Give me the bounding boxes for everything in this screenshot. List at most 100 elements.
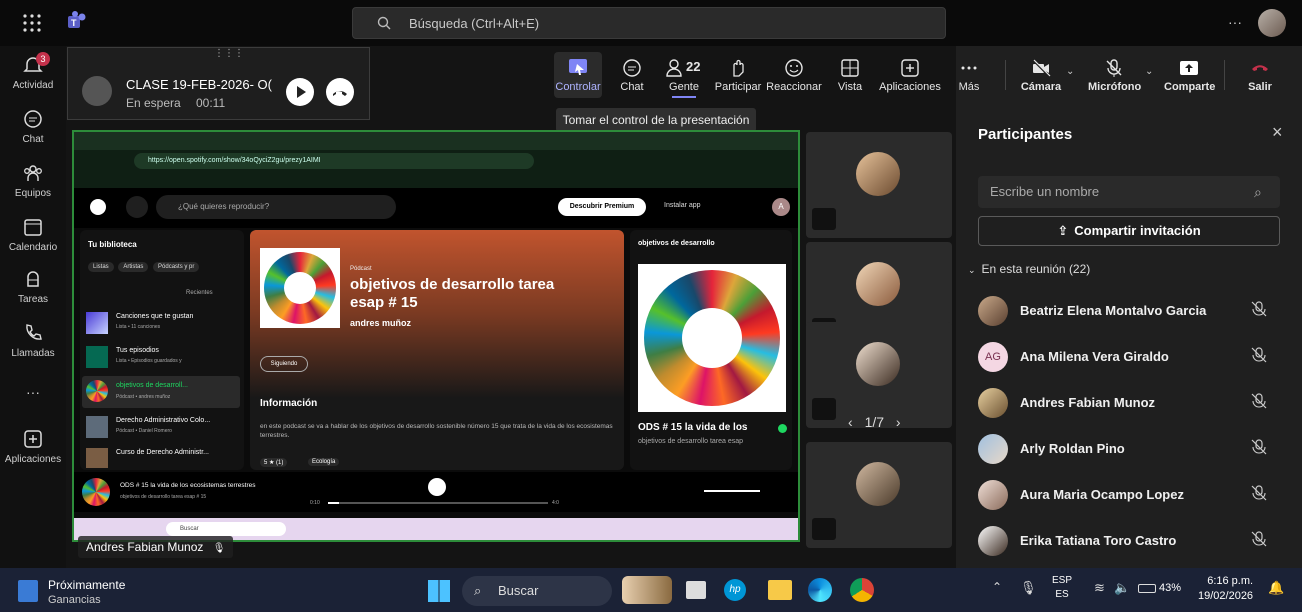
control-button[interactable]: Controlar xyxy=(554,52,602,98)
microphone-icon[interactable]: 🎙 xyxy=(1020,580,1037,596)
search-input[interactable]: Búsqueda (Ctrl+Alt+E) xyxy=(352,7,946,39)
participant-row[interactable]: Andres Fabian Munoz xyxy=(978,384,1278,422)
end-held-call-button[interactable] xyxy=(326,78,354,106)
home-icon[interactable] xyxy=(126,196,148,218)
share-button[interactable]: Comparte xyxy=(1164,52,1215,102)
participant-row[interactable]: Aura Maria Ocampo Lopez xyxy=(978,476,1278,514)
volume-slider[interactable] xyxy=(704,490,760,492)
people-button[interactable]: 22 Gente xyxy=(662,52,706,102)
drag-handle-icon[interactable]: ⋮⋮⋮ xyxy=(214,48,244,59)
user-avatar[interactable] xyxy=(1258,9,1286,37)
edge-icon[interactable] xyxy=(808,578,832,602)
rail-item-more[interactable]: ··· xyxy=(0,384,66,400)
url-field[interactable]: https://open.spotify.com/show/34oQyciZ2g… xyxy=(134,153,534,169)
participant-row[interactable]: AG Ana Milena Vera Giraldo xyxy=(978,338,1278,376)
raise-hand-button[interactable]: Participar xyxy=(714,52,762,102)
participant-row[interactable]: Beatriz Elena Montalvo Garcia xyxy=(978,292,1278,330)
participant-avatar xyxy=(978,296,1008,326)
windows-start-icon[interactable] xyxy=(428,580,450,602)
share-invite-icon: ⇪ xyxy=(1057,223,1069,238)
player-bar: ODS # 15 la vida de los ecosistemas terr… xyxy=(74,472,798,512)
rail-item-calendario[interactable]: Calendario xyxy=(0,216,66,253)
camera-options-chevron-icon[interactable]: ⌄ xyxy=(1066,66,1074,77)
progress-track[interactable] xyxy=(328,502,548,504)
participant-search-input[interactable]: Escribe un nombre ⌕ xyxy=(978,176,1280,208)
more-button[interactable]: Más xyxy=(954,52,984,102)
react-button[interactable]: Reaccionar xyxy=(766,52,822,102)
search-icon: ⌕ xyxy=(1254,184,1262,200)
notifications-icon[interactable]: 🔔 xyxy=(1268,580,1284,596)
taskbar-search[interactable]: ⌕ Buscar xyxy=(462,576,612,606)
filter-chip[interactable]: Artistas xyxy=(118,262,149,272)
filter-chip[interactable]: Pódcasts y pr xyxy=(153,262,200,272)
rail-label: Chat xyxy=(22,134,44,145)
leave-button[interactable]: Salir xyxy=(1240,52,1280,102)
rail-item-equipos[interactable]: Equipos xyxy=(0,162,66,199)
rail-item-actividad[interactable]: 3 Actividad xyxy=(0,52,66,91)
install-app-link[interactable]: Instalar app xyxy=(664,202,701,209)
camera-button[interactable]: Cámara xyxy=(1016,52,1066,102)
following-button[interactable]: Siguiendo xyxy=(260,356,308,372)
library-item-active[interactable]: objetivos de desarroll... Pódcast • andr… xyxy=(82,376,240,408)
app-launcher-icon[interactable] xyxy=(22,13,42,33)
react-label: Reaccionar xyxy=(766,81,822,93)
recent-sort[interactable]: Recientes xyxy=(186,290,213,296)
library-item[interactable]: Canciones que te gustan Lista • 11 canci… xyxy=(86,310,238,338)
rail-item-tareas[interactable]: Tareas xyxy=(0,268,66,305)
participant-row[interactable]: Arly Roldan Pino xyxy=(978,430,1278,468)
rail-item-chat[interactable]: Chat xyxy=(0,108,66,145)
chat-button[interactable]: Chat xyxy=(612,52,652,102)
language-indicator[interactable]: ESP ES xyxy=(1052,574,1072,602)
video-tile[interactable] xyxy=(806,132,952,238)
chrome-icon[interactable] xyxy=(850,578,874,602)
filter-chip[interactable]: Listas xyxy=(88,262,114,272)
held-call-card[interactable]: ⋮⋮⋮ CLASE 19-FEB-2026- O( En espera 00:1… xyxy=(67,47,370,120)
play-pause-button[interactable] xyxy=(428,478,446,496)
more-options-button[interactable]: ··· xyxy=(1228,14,1242,30)
apps-button[interactable]: Aplicaciones xyxy=(878,52,942,102)
rail-item-llamadas[interactable]: Llamadas xyxy=(0,322,66,359)
shared-screen[interactable]: https://open.spotify.com/show/34oQyciZ2g… xyxy=(72,130,800,542)
tag-chip[interactable]: Ecología xyxy=(308,458,340,466)
wifi-icon[interactable]: ≋ xyxy=(1094,580,1105,596)
file-explorer-icon[interactable] xyxy=(768,580,792,600)
task-view-icon[interactable] xyxy=(686,581,706,599)
profile-avatar[interactable]: A xyxy=(772,198,790,216)
lang-secondary: ES xyxy=(1055,589,1069,600)
library-item[interactable]: Tus episodios Lista • Episodios guardado… xyxy=(86,344,238,372)
spotify-search[interactable]: ¿Qué quieres reproducir? xyxy=(156,195,396,219)
premium-button[interactable]: Descubrir Premium xyxy=(558,198,646,216)
podcast-author: andres muñoz xyxy=(350,318,412,328)
taskbar-app-icon[interactable] xyxy=(622,576,672,604)
clock[interactable]: 6:16 p.m. 19/02/2026 xyxy=(1198,574,1253,604)
svg-text:T: T xyxy=(71,18,77,28)
close-icon[interactable]: × xyxy=(1272,122,1283,143)
weather-widget[interactable]: Próximamente Ganancias xyxy=(18,576,158,606)
next-page-icon[interactable]: › xyxy=(896,414,901,430)
participant-row[interactable]: Erika Tatiana Toro Castro xyxy=(978,522,1278,560)
share-invite-button[interactable]: ⇪ Compartir invitación xyxy=(978,216,1280,246)
battery-indicator[interactable]: 43% xyxy=(1138,582,1181,594)
mic-off-icon xyxy=(1251,485,1267,501)
volume-icon[interactable]: 🔈 xyxy=(1114,580,1130,596)
app-rail: 3 Actividad Chat Equipos Calendario Tare… xyxy=(0,46,66,568)
view-button[interactable]: Vista xyxy=(832,52,868,102)
video-tile[interactable] xyxy=(806,442,952,548)
video-tile[interactable] xyxy=(806,322,952,428)
title-bar: T Búsqueda (Ctrl+Alt+E) ··· xyxy=(0,0,1302,46)
microphone-button[interactable]: Micrófono xyxy=(1088,52,1141,102)
rail-item-aplicaciones[interactable]: Aplicaciones xyxy=(0,428,66,465)
in-meeting-section[interactable]: ⌄ En esta reunión (22) xyxy=(968,262,1090,276)
resume-button[interactable] xyxy=(286,78,314,106)
prev-page-icon[interactable]: ‹ xyxy=(848,414,853,430)
show-hidden-icons[interactable]: ⌃ xyxy=(992,580,1002,594)
mic-options-chevron-icon[interactable]: ⌄ xyxy=(1145,66,1153,77)
inner-search[interactable]: Buscar xyxy=(166,522,286,536)
library-item[interactable]: Curso de Derecho Administr... xyxy=(86,446,238,468)
taskbar-search-label: Buscar xyxy=(498,583,539,598)
sdg-thumb xyxy=(86,380,108,402)
participant-avatar xyxy=(978,480,1008,510)
apps-label: Aplicaciones xyxy=(879,81,941,93)
library-item[interactable]: Derecho Administrativo Colo... Pódcast •… xyxy=(86,414,238,442)
hp-app-icon[interactable]: hp xyxy=(724,579,746,601)
